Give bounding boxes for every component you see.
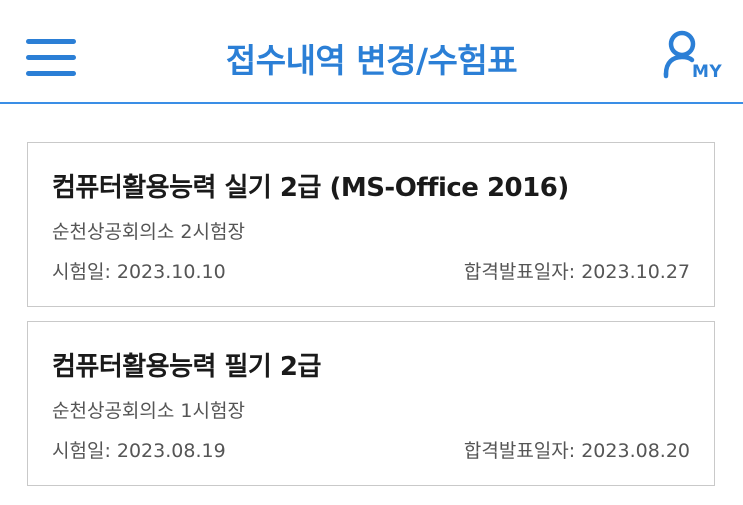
exam-title: 컴퓨터활용능력 실기 2급 (MS-Office 2016) (52, 173, 569, 203)
exam-location: 순천상공회의소 1시험장 (52, 400, 245, 422)
result-date: 합격발표일자: 2023.08.20 (463, 440, 690, 462)
my-label: MY (692, 62, 723, 82)
exam-location: 순천상공회의소 2시험장 (52, 221, 245, 243)
page-title: 접수내역 변경/수험표 (225, 41, 518, 80)
app-header: 접수내역 변경/수험표 MY (0, 0, 743, 104)
result-date: 합격발표일자: 2023.10.27 (463, 261, 690, 283)
exam-title: 컴퓨터활용능력 필기 2급 (52, 352, 321, 382)
my-page-button[interactable]: MY (662, 30, 722, 86)
exam-card[interactable]: 컴퓨터활용능력 필기 2급 순천상공회의소 1시험장 시험일: 2023.08.… (27, 321, 715, 486)
exam-date: 시험일: 2023.08.19 (52, 440, 226, 462)
exam-date: 시험일: 2023.10.10 (52, 261, 226, 283)
exam-card[interactable]: 컴퓨터활용능력 실기 2급 (MS-Office 2016) 순천상공회의소 2… (27, 142, 715, 307)
